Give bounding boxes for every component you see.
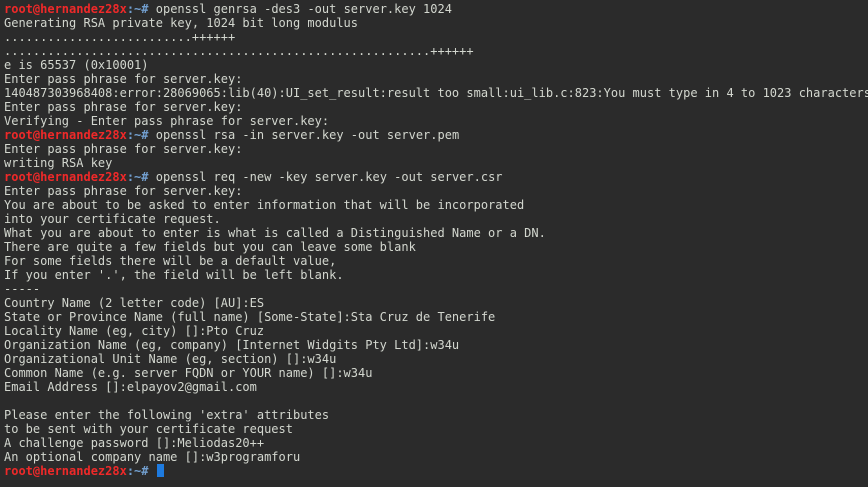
output-line: Organization Name (eg, company) [Interne…: [4, 338, 460, 352]
output-line: For some fields there will be a default …: [4, 254, 337, 268]
output-line: Country Name (2 letter code) [AU]:ES: [4, 296, 265, 310]
prompt-line: root@hernandez28x:~# openssl genrsa -des…: [4, 2, 868, 16]
output-line: Enter pass phrase for server.key:: [4, 184, 243, 198]
output-line: You are about to be asked to enter infor…: [4, 198, 525, 212]
output-line: Generating RSA private key, 1024 bit lon…: [4, 16, 359, 30]
command-text: [149, 464, 156, 478]
output-line: There are quite a few fields but you can…: [4, 240, 416, 254]
prompt-line: root@hernandez28x:~# openssl req -new -k…: [4, 170, 868, 184]
output-line: Verifying - Enter pass phrase for server…: [4, 114, 330, 128]
output-line: -----: [4, 282, 41, 296]
output-line: Enter pass phrase for server.key:: [4, 142, 243, 156]
text-cursor[interactable]: [156, 464, 164, 477]
output-line: e is 65537 (0x10001): [4, 58, 149, 72]
output-line: Organizational Unit Name (eg, section) […: [4, 352, 337, 366]
prompt-user: root@hernandez28x: [4, 170, 127, 184]
output-line: If you enter '.', the field will be left…: [4, 268, 344, 282]
command-text: openssl req -new -key server.key -out se…: [148, 170, 503, 184]
prompt-path: :~#: [126, 2, 149, 16]
prompt-path: :~#: [126, 128, 149, 142]
output-line: Common Name (e.g. server FQDN or YOUR na…: [4, 366, 373, 380]
prompt-line: root@hernandez28x:~# openssl rsa -in ser…: [4, 128, 868, 142]
output-line: Please enter the following 'extra' attri…: [4, 408, 330, 422]
prompt-line: root@hernandez28x:~#: [4, 464, 868, 478]
command-text: openssl rsa -in server.key -out server.p…: [148, 128, 460, 142]
output-line: to be sent with your certificate request: [4, 422, 293, 436]
output-line: 140487303968408:error:28069065:lib(40):U…: [4, 86, 868, 100]
prompt-path: :~#: [126, 170, 149, 184]
prompt-user: root@hernandez28x: [4, 128, 127, 142]
output-line: ........................................…: [4, 44, 474, 58]
output-line: into your certificate request.: [4, 212, 221, 226]
output-line: Enter pass phrase for server.key:: [4, 100, 243, 114]
prompt-path: :~#: [126, 464, 149, 478]
output-line: A challenge password []:Meliodas20++: [4, 436, 265, 450]
command-text: openssl genrsa -des3 -out server.key 102…: [148, 2, 452, 16]
prompt-user: root@hernandez28x: [4, 2, 127, 16]
output-line: Enter pass phrase for server.key:: [4, 72, 243, 86]
output-line: An optional company name []:w3programfor…: [4, 450, 301, 464]
prompt-user: root@hernandez28x: [4, 464, 127, 478]
output-line: Locality Name (eg, city) []:Pto Cruz: [4, 324, 265, 338]
output-line: writing RSA key: [4, 156, 113, 170]
output-line: Email Address []:elpayov2@gmail.com: [4, 380, 257, 394]
output-line: What you are about to enter is what is c…: [4, 226, 546, 240]
output-line: ..........................++++++: [4, 30, 236, 44]
output-line: State or Province Name (full name) [Some…: [4, 310, 496, 324]
terminal-window[interactable]: root@hernandez28x:~# openssl genrsa -des…: [0, 0, 868, 487]
